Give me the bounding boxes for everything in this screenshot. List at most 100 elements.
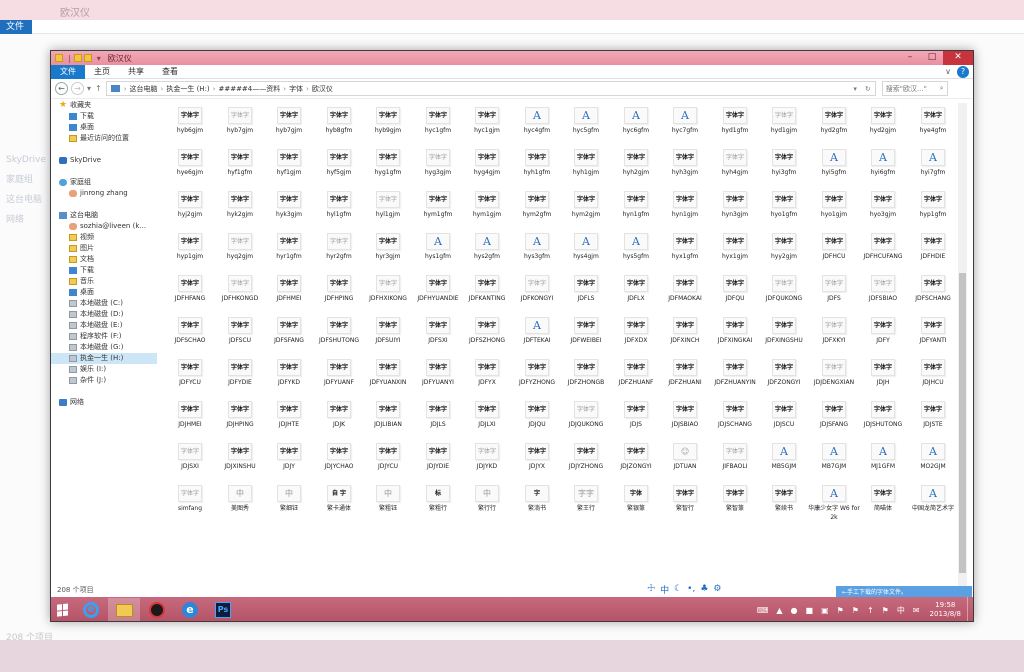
font-file-item[interactable]: 字体字 JDFQU: [708, 275, 762, 320]
font-file-item[interactable]: 字体字 JDFHYUANDIE: [411, 275, 465, 320]
nav-this-pc[interactable]: 这台电脑: [51, 210, 157, 221]
nav-item-homegroup-user[interactable]: jinrong zhang: [51, 188, 157, 199]
font-file-item[interactable]: 字体字 JDFZHUANYIN: [708, 359, 762, 404]
nav-network[interactable]: 网络: [51, 397, 157, 408]
font-file-item[interactable]: 字体字 hye6gjm: [163, 149, 217, 194]
flag-icon[interactable]: ⚑: [852, 606, 859, 615]
breadcrumb-this-pc[interactable]: 这台电脑: [130, 84, 158, 94]
search-box[interactable]: 搜索"欧汉..." ⌕: [881, 81, 948, 96]
font-file-item[interactable]: 字体字 JDFSCHAO: [163, 317, 217, 362]
taskbar-ie[interactable]: e: [75, 598, 107, 621]
font-file-item[interactable]: 字体字 JDFHXIKONG: [361, 275, 415, 320]
font-file-item[interactable]: 字体字 JDFHDIE: [906, 233, 957, 278]
nav-item-downloads[interactable]: 下载: [51, 111, 157, 122]
font-file-item[interactable]: A MB5GJM: [757, 443, 811, 488]
font-file-item[interactable]: Ahyi7gfm: [906, 149, 957, 194]
taskbar-media-player[interactable]: [141, 598, 173, 621]
tray-app-icon[interactable]: ●: [791, 606, 798, 615]
font-file-item[interactable]: 字体字 hyd2gfm: [807, 107, 861, 152]
start-button[interactable]: [51, 597, 75, 621]
font-file-item[interactable]: 字体字 hyn3gjm: [708, 191, 762, 236]
font-file-item[interactable]: 字体字 JDFHMEI: [262, 275, 316, 320]
font-file-item[interactable]: 字体字 JDFSFANG: [262, 317, 316, 362]
scrollbar-thumb[interactable]: [959, 273, 966, 573]
upload-icon[interactable]: ↑: [867, 606, 874, 615]
nav-item-pc-13[interactable]: 娱乐 (I:): [51, 364, 157, 375]
font-file-item[interactable]: 字体字 JDJYKD: [460, 443, 514, 488]
nav-item-pc-8[interactable]: 本地磁盘 (D:): [51, 309, 157, 320]
font-file-item[interactable]: 字体字 JDJK: [312, 401, 366, 446]
font-file-item[interactable]: 字体字 hyb6gjm: [163, 107, 217, 152]
nav-item-pc-0[interactable]: sozhia@liveen (k...: [51, 221, 157, 232]
font-file-item[interactable]: 字体字 JDFSHUTONG: [312, 317, 366, 362]
font-file-item[interactable]: A MO2GJM: [906, 443, 957, 488]
font-file-item[interactable]: 字体字 JDJQUKONG: [559, 401, 613, 446]
font-file-item[interactable]: A JDFTEKAI: [510, 317, 564, 362]
font-file-item[interactable]: 字体字 JDJSXI: [163, 443, 217, 488]
font-file-item[interactable]: 字体字 hyh3gjm: [658, 149, 712, 194]
font-file-item[interactable]: 字体字 hyf5gjm: [312, 149, 366, 194]
maximize-button[interactable]: □: [921, 51, 943, 65]
flag-icon[interactable]: ⚑: [882, 606, 889, 615]
font-file-item[interactable]: 字体字 JDFYUANYI: [411, 359, 465, 404]
font-file-item[interactable]: 字体字 JDJSCHANG: [708, 401, 762, 446]
properties-icon[interactable]: [73, 54, 82, 62]
font-file-item[interactable]: 字体字 JDFSXI: [411, 317, 465, 362]
font-file-item[interactable]: 字体字 JDJH: [856, 359, 910, 404]
nav-item-pc-10[interactable]: 程序软件 (F:): [51, 331, 157, 342]
refresh-icon[interactable]: ↻: [865, 85, 871, 93]
breadcrumb-drive-h[interactable]: 执金一生 (H:): [166, 84, 209, 94]
keyboard-icon[interactable]: ⌨: [757, 606, 769, 615]
font-file-item[interactable]: 字体字 JDFWEIBEI: [559, 317, 613, 362]
taskbar-photoshop[interactable]: Ps: [207, 598, 239, 621]
font-file-item[interactable]: 字体字 JDFXINCH: [658, 317, 712, 362]
address-bar[interactable]: › 这台电脑 › 执金一生 (H:) › #####4——资料 › 字体 › 欧…: [105, 81, 876, 96]
font-file-item[interactable]: 字体字 JDFSCU: [213, 317, 267, 362]
font-file-item[interactable]: 字体字 繁智篆: [708, 485, 762, 530]
address-dropdown-icon[interactable]: ▾: [853, 85, 857, 93]
font-file-item[interactable]: 字体字 简喵体: [856, 485, 910, 530]
font-file-item[interactable]: 字体字 hyq2gjm: [213, 233, 267, 278]
nav-homegroup[interactable]: 家庭组: [51, 177, 157, 188]
nav-item-pc-14[interactable]: 杂件 (J:): [51, 375, 157, 386]
font-file-item[interactable]: 字体字 hyp1gjm: [163, 233, 217, 278]
font-file-item[interactable]: 字体字 JDJSCU: [757, 401, 811, 446]
font-file-item[interactable]: 自 字繁卡通体: [312, 485, 366, 530]
font-file-item[interactable]: A 华康少女字 W6 for2k: [807, 485, 861, 530]
font-file-item[interactable]: 字体字 JDJY: [262, 443, 316, 488]
font-file-item[interactable]: 字体字 JIFBAOLI: [708, 443, 762, 488]
nav-item-pc-11[interactable]: 本地磁盘 (G:): [51, 342, 157, 353]
font-file-item[interactable]: 字体字 hym1gfm: [411, 191, 465, 236]
up-icon[interactable]: ↑: [95, 84, 102, 93]
ime-logo-icon[interactable]: ☩: [647, 584, 655, 594]
ime-toolbar[interactable]: ☩ 中 ☾ •, ♣ ⚙: [647, 583, 727, 596]
message-icon[interactable]: ✉: [913, 606, 920, 615]
font-file-item[interactable]: 字体字 hyk2gjm: [213, 191, 267, 236]
font-file-item[interactable]: 字体字 JDJSBIAO: [658, 401, 712, 446]
font-file-item[interactable]: 字体字 JDFLX: [609, 275, 663, 320]
show-desktop-button[interactable]: [967, 597, 973, 621]
quick-access-dropdown-icon[interactable]: ▾: [97, 54, 101, 63]
font-file-item[interactable]: 字体字 JDJYDIE: [411, 443, 465, 488]
tab-view[interactable]: 查看: [153, 65, 187, 79]
font-file-item[interactable]: 中美图秀: [213, 485, 267, 530]
tray-app-icon[interactable]: ▣: [821, 606, 829, 615]
tray-app-icon[interactable]: ■: [806, 606, 814, 615]
font-file-item[interactable]: Ahys1gfm: [411, 233, 465, 278]
forward-icon[interactable]: →: [71, 82, 84, 95]
font-file-item[interactable]: 字体字 hyb8gfm: [312, 107, 366, 152]
font-file-item[interactable]: 字体字 JDFYANTI: [906, 317, 957, 362]
font-file-item[interactable]: 标繁粗行: [411, 485, 465, 530]
font-file-item[interactable]: 字体字 JDJYCHAO: [312, 443, 366, 488]
font-file-item[interactable]: 字体字 hyp1gfm: [906, 191, 957, 236]
font-file-item[interactable]: 字体字 hyb7gjm: [262, 107, 316, 152]
font-file-item[interactable]: 字体字 JDFSUIYI: [361, 317, 415, 362]
nav-item-pc-1[interactable]: 视频: [51, 232, 157, 243]
font-file-item[interactable]: 字体字 JDJHMEI: [163, 401, 217, 446]
font-file-item[interactable]: Ahys3gfm: [510, 233, 564, 278]
font-file-item[interactable]: 字体字 JDJS: [609, 401, 663, 446]
font-file-item[interactable]: 字体字 hyi3gfm: [757, 149, 811, 194]
nav-item-pc-12[interactable]: 执金一生 (H:): [51, 353, 157, 364]
font-file-item[interactable]: 字体字 hyo3gjm: [856, 191, 910, 236]
font-file-item[interactable]: 中繁行行: [460, 485, 514, 530]
